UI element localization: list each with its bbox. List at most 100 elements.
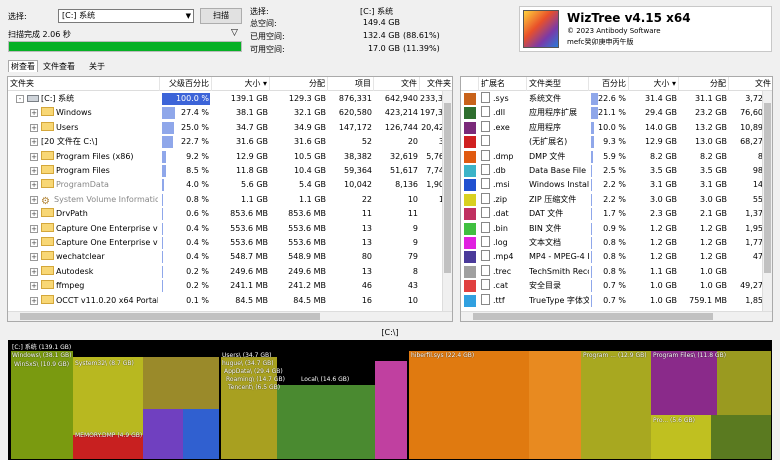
expand-toggle-icon[interactable]: + <box>30 152 38 161</box>
pct-text: 0.4 % <box>186 238 209 247</box>
table-row[interactable]: .sys 系统文件 22.6 % 31.4 GB 31.1 GB 3,72 <box>461 92 772 106</box>
table-row[interactable]: + Users 25.0 % 34.7 GB 34.9 GB 147,172 126,744… <box>8 121 452 135</box>
expand-toggle-icon[interactable]: + <box>30 267 38 276</box>
table-row[interactable]: .trec TechSmith Recor 0.8 % 1.1 GB 1.0 GB <box>461 264 772 279</box>
expand-toggle-icon[interactable]: + <box>30 210 38 219</box>
col-ext-alloc[interactable]: 分配 <box>679 77 729 91</box>
table-row[interactable]: .db Data Base File 2.5 % 3.5 GB 3.5 GB 98 <box>461 164 772 178</box>
table-row[interactable]: +[20 文件在 C:\]22.7 %31.6 GB31.6 GB52203 <box>8 135 452 149</box>
expand-toggle-icon[interactable]: + <box>30 239 38 247</box>
table-row[interactable]: + Program Files 8.5 % 11.8 GB 10.4 GB 59,364 5… <box>8 164 452 178</box>
extension-name: .db <box>493 166 506 175</box>
treemap-block-windows-exe[interactable] <box>143 409 183 459</box>
table-row[interactable]: .cat 安全目录 0.7 % 1.0 GB 1.0 GB 49,27 <box>461 279 772 293</box>
extension-cell: .exe <box>481 120 527 135</box>
size-cell: 1.1 GB <box>241 194 268 204</box>
ext-pct-cell: 0.8 % <box>590 265 628 279</box>
tab-tree-view[interactable]: 树查看 <box>8 60 38 72</box>
expand-toggle-icon[interactable]: - <box>16 95 24 103</box>
col-files[interactable]: 文件 <box>374 77 420 91</box>
tree-hscroll-thumb[interactable] <box>20 313 320 320</box>
col-ext-files[interactable]: 文件 <box>729 77 772 91</box>
expand-toggle-icon[interactable]: + <box>30 296 38 305</box>
treemap-block-program-files-dll[interactable] <box>717 351 771 415</box>
table-row[interactable]: + ProgramData 4.0 % 5.6 GB 5.4 GB 10,042 8,136… <box>8 178 452 192</box>
table-row[interactable]: .ttf TrueType 字体文 0.7 % 1.0 GB 759.1 MB 1,85 <box>461 293 772 308</box>
table-row[interactable]: .dat DAT 文件 1.7 % 2.3 GB 2.1 GB 1,37 <box>461 207 772 221</box>
ext-size-cell: 31.4 GB <box>644 94 677 103</box>
folder-icon <box>41 150 54 160</box>
folder-name-cell: + Capture One Enterprise v15.3 <box>30 222 158 236</box>
folder-name: ProgramData <box>56 180 109 190</box>
table-row[interactable]: + Windows 27.4 % 38.1 GB 32.1 GB 620,580 423,2… <box>8 106 452 120</box>
treemap-view[interactable]: [C:] 系统 (139.1 GB) Windows\ (38.1 GB) Wi… <box>8 340 772 460</box>
col-ext-size[interactable]: 大小 ▾ <box>629 77 679 91</box>
table-row[interactable]: + Autodesk 0.2 % 249.6 MB 249.6 MB 13 8 <box>8 265 452 279</box>
table-row[interactable]: (无扩展名) 9.3 % 12.9 GB 13.0 GB 68,27 <box>461 135 772 149</box>
table-row[interactable]: + wechatclear 0.4 % 548.7 MB 548.9 MB 80 79 <box>8 250 452 264</box>
col-file-type[interactable]: 文件类型 <box>527 77 589 91</box>
col-alloc[interactable]: 分配 <box>270 77 328 91</box>
col-parent-pct[interactable]: 父级百分比 <box>160 77 212 91</box>
tree-vertical-scrollbar[interactable] <box>442 91 452 311</box>
treemap-block-pagefile[interactable] <box>529 351 581 459</box>
file-type-cell: Windows Installe <box>529 180 589 190</box>
table-row[interactable]: + ffmpeg 0.2 % 241.1 MB 241.2 MB 46 43 <box>8 279 452 293</box>
tab-about[interactable]: 关于 <box>89 61 105 72</box>
table-row[interactable]: .exe 应用程序 10.0 % 14.0 GB 13.2 GB 10,89 <box>461 120 772 135</box>
ext-hscroll-thumb[interactable] <box>473 313 713 320</box>
table-row[interactable]: .zip ZIP 压缩文件 2.2 % 3.0 GB 3.0 GB 55 <box>461 192 772 207</box>
treemap-block-system32[interactable] <box>73 357 143 435</box>
ext-size-cell: 3.1 GB <box>650 180 677 190</box>
table-row[interactable]: .dmp DMP 文件 5.9 % 8.2 GB 8.2 GB 8 <box>461 149 772 164</box>
items-cell: 59,364 <box>344 166 372 175</box>
ext-vertical-scrollbar[interactable] <box>762 91 772 311</box>
treemap-block-misc[interactable] <box>711 415 771 459</box>
treemap-block-program-files[interactable] <box>651 351 717 415</box>
treemap-block-program-files-x86[interactable] <box>581 351 651 459</box>
file-type-cell: (无扩展名) <box>529 137 568 147</box>
expand-toggle-icon[interactable]: + <box>30 224 38 233</box>
treemap-block-hiberfil[interactable] <box>409 351 529 459</box>
col-size[interactable]: 大小 ▾ <box>212 77 270 91</box>
tab-file-view[interactable]: 文件查看 <box>43 61 75 72</box>
col-ext-pct[interactable]: 百分比 <box>589 77 629 91</box>
chevron-down-icon[interactable]: ▼ <box>186 10 191 22</box>
treemap-block-windows-misc[interactable] <box>143 357 219 409</box>
tree-vscroll-thumb[interactable] <box>444 103 451 273</box>
table-row[interactable]: .mp4 MP4 - MPEG-4 I 0.8 % 1.2 GB 1.2 GB 47 <box>461 250 772 264</box>
table-row[interactable]: + Capture One Enterprise v15.3 0.4 % 553.6 … <box>8 222 452 236</box>
expand-toggle-icon[interactable]: + <box>30 123 38 132</box>
expand-toggle-icon[interactable]: + <box>30 181 38 190</box>
table-row[interactable]: + Program Files (x86) 9.2 % 12.9 GB 10.5 GB 3… <box>8 150 452 164</box>
expand-toggle-icon[interactable]: + <box>30 109 38 118</box>
treemap-block-local[interactable] <box>277 385 375 459</box>
col-folder[interactable]: 文件夹 <box>8 77 160 91</box>
table-row[interactable]: .bin BIN 文件 0.9 % 1.2 GB 1.2 GB 1,95 <box>461 221 772 236</box>
tree-horizontal-scrollbar[interactable] <box>8 311 452 321</box>
table-row[interactable]: .msiWindows Installe2.2 %3.1 GB3.1 GB14 <box>461 178 772 192</box>
table-row[interactable]: .log 文本文档 0.8 % 1.2 GB 1.2 GB 1,77 <box>461 236 772 250</box>
treemap-block-users-media[interactable] <box>375 361 407 459</box>
expand-toggle-icon[interactable]: + <box>30 282 38 291</box>
col-items[interactable]: 项目 <box>328 77 374 91</box>
expand-toggle-icon[interactable]: + <box>30 138 38 147</box>
treemap-block-windows-msi[interactable] <box>183 409 219 459</box>
expand-toggle-icon[interactable]: + <box>30 167 38 175</box>
filter-icon[interactable]: ▽ <box>231 28 238 38</box>
col-folders[interactable]: 文件夹 <box>420 77 452 91</box>
scan-button[interactable]: 扫描 <box>200 8 242 24</box>
table-row[interactable]: + Capture One Enterprise v15.3 0.4 % 553.6 … <box>8 236 452 250</box>
drive-select[interactable]: [C:] 系统 ▼ <box>58 9 194 23</box>
table-row[interactable]: - [C:] 系统 100.0 % 139.1 GB 129.3 GB 876,331 64… <box>8 92 452 106</box>
table-row[interactable]: .dll 应用程序扩展 21.1 % 29.4 GB 23.2 GB 76,60 <box>461 106 772 120</box>
ext-vscroll-thumb[interactable] <box>764 103 771 273</box>
table-row[interactable]: + OCCT v11.0.20 x64 Portable 0.1 % 84.5 MB 8… <box>8 294 452 308</box>
table-row[interactable]: + DrvPath 0.6 % 853.6 MB 853.6 MB 11 11 <box>8 207 452 221</box>
folder-name-cell: + Users <box>30 121 158 135</box>
col-extension[interactable]: 扩展名 <box>479 77 527 91</box>
table-row[interactable]: + ⚙ System Volume Information 0.8 % 1.1 GB 1.… <box>8 193 452 207</box>
expand-toggle-icon[interactable]: + <box>30 195 38 204</box>
expand-toggle-icon[interactable]: + <box>30 253 38 262</box>
ext-horizontal-scrollbar[interactable] <box>461 311 772 321</box>
